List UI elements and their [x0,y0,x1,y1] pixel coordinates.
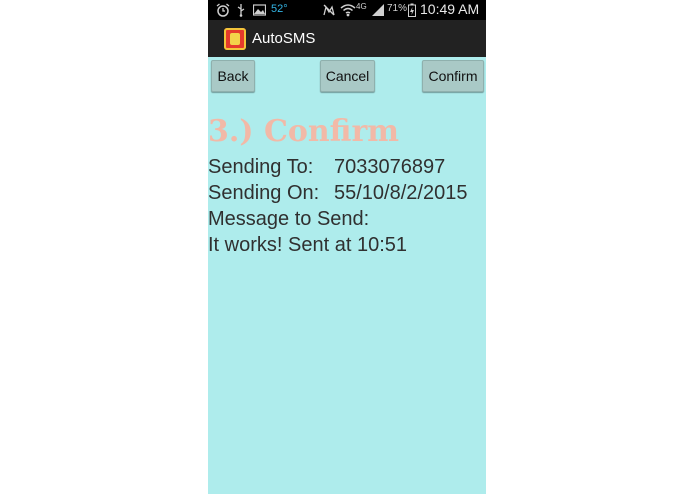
confirm-button[interactable]: Confirm [422,60,484,92]
battery-percent: 71% [387,3,408,14]
message-text: It works! Sent at 10:51 [208,234,407,256]
message-label: Message to Send: [208,208,370,230]
temperature-label: 52° [271,3,288,15]
mute-icon [323,4,335,16]
sending-on-label: Sending On: [208,182,320,204]
action-bar: AutoSMS [208,20,486,57]
alarm-icon [216,3,230,17]
sending-on-row: Sending On: 55/10/8/2/2015 [208,182,467,205]
step-heading: 3.) Confirm [208,114,400,149]
cancel-button[interactable]: Cancel [320,60,375,92]
clock: 10:49 AM [420,1,480,17]
phone-screen: 52° 4G 71% 10:49 AM AutoSMS Back Cancel … [208,0,486,494]
sending-to-label: Sending To: [208,156,314,178]
sending-to-row: Sending To: 7033076897 [208,156,445,179]
status-bar: 52° 4G 71% 10:49 AM [208,0,486,20]
app-logo-icon [224,28,246,50]
back-button[interactable]: Back [211,60,255,92]
network-type-label: 4G [356,2,367,11]
wifi-icon [340,4,356,17]
sending-to-value: 7033076897 [334,156,446,178]
sending-on-value: 55/10/8/2/2015 [334,182,468,204]
signal-icon [372,4,384,16]
image-icon [253,4,266,16]
usb-icon [237,4,245,17]
battery-icon [408,3,416,17]
app-title: AutoSMS [252,30,316,47]
